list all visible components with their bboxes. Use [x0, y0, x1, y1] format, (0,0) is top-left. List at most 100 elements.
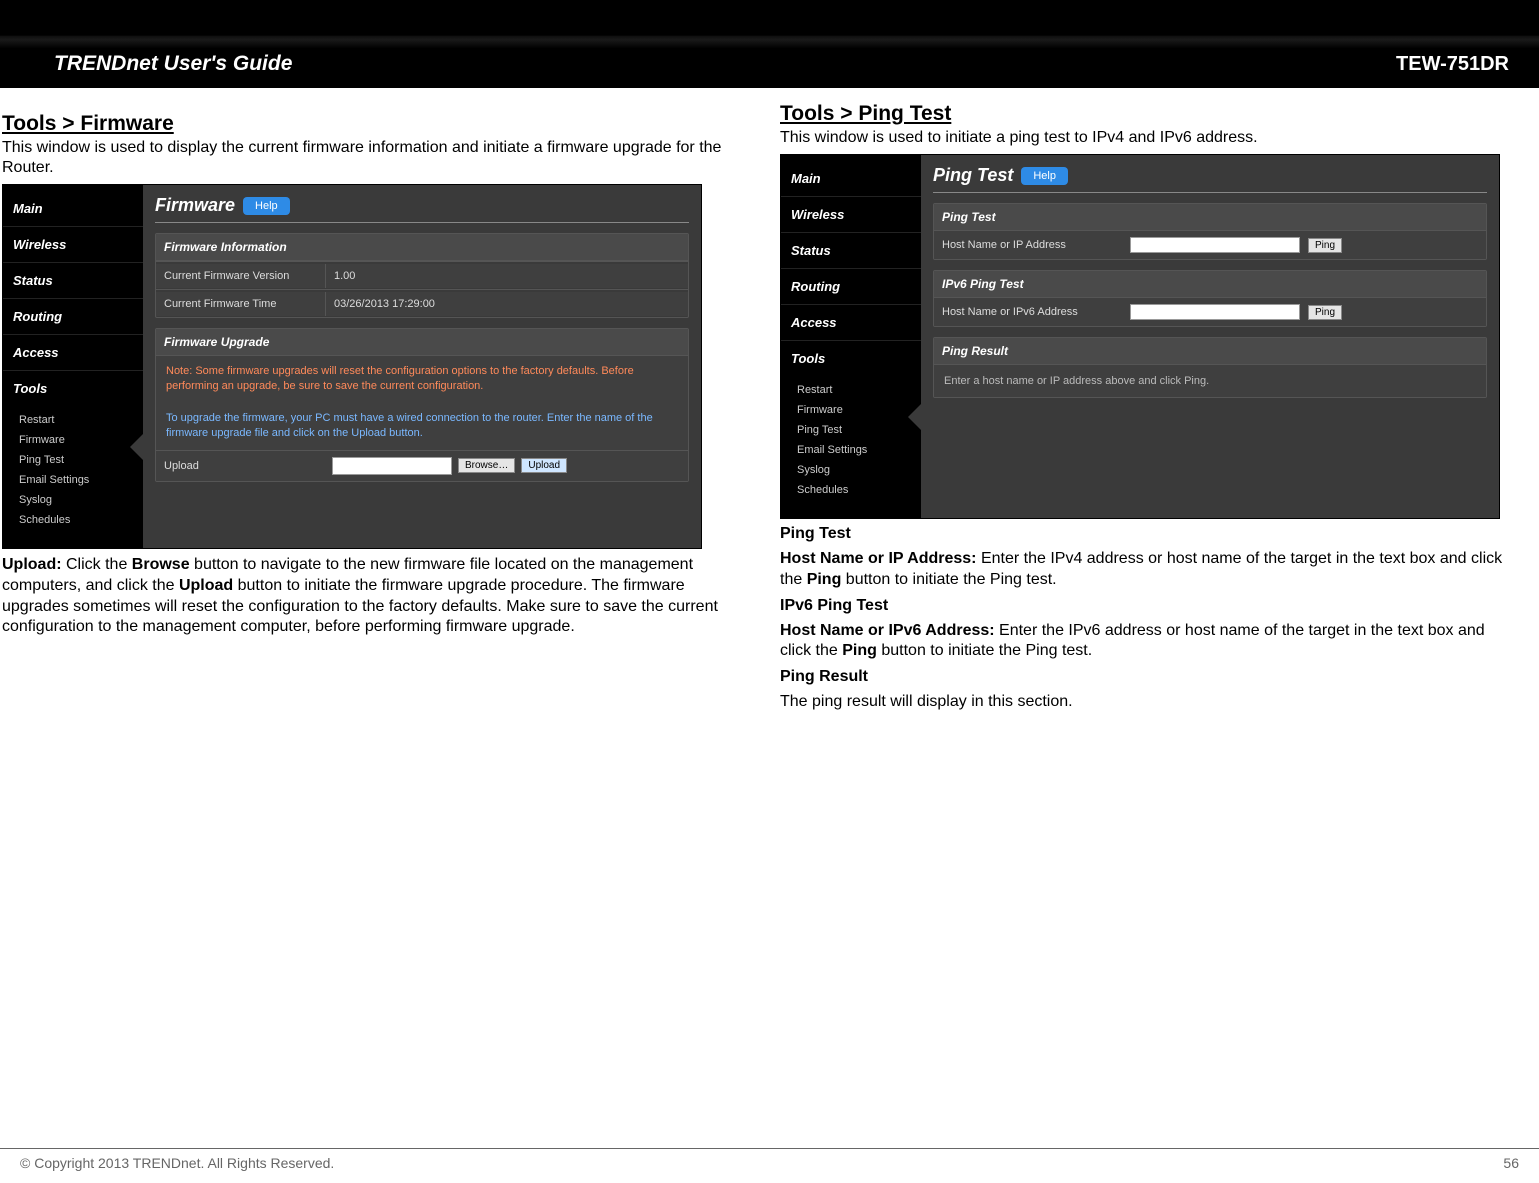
router-sidebar: Main Wireless Status Routing Access Tool…: [3, 185, 143, 548]
label-firmware-version: Current Firmware Version: [156, 264, 326, 288]
ping-screenshot: Main Wireless Status Routing Access Tool…: [780, 154, 1500, 519]
ping-ipv4-panel: Ping Test Host Name or IP Address Ping: [933, 203, 1487, 260]
ping-ipv6-header: IPv6 Ping Test: [934, 271, 1486, 298]
upload-button[interactable]: Upload: [521, 458, 567, 473]
firmware-info-panel: Firmware Information Current Firmware Ve…: [155, 233, 689, 318]
router-sidebar: Main Wireless Status Routing Access Tool…: [781, 155, 921, 518]
cap-ipv6-label: Host Name or IPv6 Address:: [780, 622, 995, 639]
firmware-upgrade-header: Firmware Upgrade: [156, 329, 688, 356]
sub-ipv6-test: IPv6 Ping Test: [780, 597, 1518, 615]
sub-result: Ping Result: [780, 668, 1518, 686]
submenu-restart[interactable]: Restart: [19, 410, 143, 430]
firmware-screenshot: Main Wireless Status Routing Access Tool…: [2, 184, 702, 549]
upload-row: Upload Browse… Upload: [156, 450, 688, 481]
submenu-ping-test[interactable]: Ping Test: [797, 420, 921, 440]
nav-access[interactable]: Access: [3, 334, 143, 370]
nav-wireless[interactable]: Wireless: [781, 196, 921, 232]
nav-tools[interactable]: Tools: [781, 340, 921, 376]
ping-ipv4-row: Host Name or IP Address Ping: [934, 231, 1486, 259]
ping-ipv6-input[interactable]: [1130, 304, 1300, 320]
ping-result-header: Ping Result: [934, 338, 1486, 365]
ping-ipv6-label: Host Name or IPv6 Address: [942, 306, 1122, 318]
submenu-syslog[interactable]: Syslog: [19, 490, 143, 510]
nav-routing[interactable]: Routing: [3, 298, 143, 334]
help-button[interactable]: Help: [1021, 167, 1068, 185]
ping-ipv6-caption: Host Name or IPv6 Address: Enter the IPv…: [780, 621, 1518, 663]
submenu-schedules[interactable]: Schedules: [797, 480, 921, 500]
ping-ipv4-button[interactable]: Ping: [1308, 238, 1342, 253]
submenu-email-settings[interactable]: Email Settings: [19, 470, 143, 490]
nav-wireless[interactable]: Wireless: [3, 226, 143, 262]
cap-ipv4-text-b: button to initiate the Ping test.: [841, 571, 1056, 588]
firmware-heading: Tools > Firmware: [2, 112, 740, 136]
caption-text-1: Click the: [62, 556, 132, 573]
nav-active-arrow-icon: [130, 433, 144, 461]
column-firmware: Tools > Firmware This window is used to …: [0, 98, 740, 719]
ping-ipv6-button[interactable]: Ping: [1308, 305, 1342, 320]
sub-ping-test: Ping Test: [780, 525, 1518, 543]
submenu-syslog[interactable]: Syslog: [797, 460, 921, 480]
caption-browse-label: Browse: [132, 556, 190, 573]
router-main-panel: Ping Test Help Ping Test Host Name or IP…: [921, 155, 1499, 518]
ping-heading: Tools > Ping Test: [780, 102, 1518, 126]
upgrade-instruction-note: To upgrade the firmware, your PC must ha…: [156, 403, 688, 450]
page-number: 56: [1503, 1155, 1519, 1171]
caption-upload2-label: Upload: [179, 577, 233, 594]
cap-ping-label: Ping: [807, 571, 842, 588]
row-firmware-version: Current Firmware Version 1.00: [156, 261, 688, 289]
cap-ping-label: Ping: [842, 642, 877, 659]
ping-ipv6-row: Host Name or IPv6 Address Ping: [934, 298, 1486, 326]
cap-ipv6-text-b: button to initiate the Ping test.: [877, 642, 1092, 659]
upload-label: Upload: [164, 460, 326, 472]
nav-main[interactable]: Main: [781, 161, 921, 196]
nav-tools[interactable]: Tools: [3, 370, 143, 406]
ping-result-text: Enter a host name or IP address above an…: [934, 365, 1486, 397]
firmware-upgrade-panel: Firmware Upgrade Note: Some firmware upg…: [155, 328, 689, 482]
ping-ipv4-header: Ping Test: [934, 204, 1486, 231]
ping-ipv4-input[interactable]: [1130, 237, 1300, 253]
submenu-firmware[interactable]: Firmware: [797, 400, 921, 420]
submenu-restart[interactable]: Restart: [797, 380, 921, 400]
ping-result-panel: Ping Result Enter a host name or IP addr…: [933, 337, 1487, 398]
cap-ipv4-label: Host Name or IP Address:: [780, 550, 977, 567]
row-firmware-time: Current Firmware Time 03/26/2013 17:29:0…: [156, 289, 688, 317]
ping-ipv4-label: Host Name or IP Address: [942, 239, 1122, 251]
ping-ipv6-panel: IPv6 Ping Test Host Name or IPv6 Address…: [933, 270, 1487, 327]
label-firmware-time: Current Firmware Time: [156, 292, 326, 316]
browse-button[interactable]: Browse…: [458, 458, 515, 473]
ping-result-caption: The ping result will display in this sec…: [780, 692, 1518, 713]
nav-active-arrow-icon: [908, 403, 922, 431]
router-page-title: Firmware: [155, 195, 235, 216]
firmware-description: This window is used to display the curre…: [2, 138, 740, 178]
firmware-info-header: Firmware Information: [156, 234, 688, 261]
nav-status[interactable]: Status: [781, 232, 921, 268]
divider: [155, 222, 689, 223]
document-footer: © Copyright 2013 TRENDnet. All Rights Re…: [0, 1148, 1539, 1171]
submenu-ping-test[interactable]: Ping Test: [19, 450, 143, 470]
ping-description: This window is used to initiate a ping t…: [780, 128, 1518, 148]
nav-routing[interactable]: Routing: [781, 268, 921, 304]
divider: [933, 192, 1487, 193]
router-page-title: Ping Test: [933, 165, 1013, 186]
document-header: TRENDnet User's Guide TEW-751DR: [0, 0, 1539, 88]
content-columns: Tools > Firmware This window is used to …: [0, 88, 1539, 719]
value-firmware-time: 03/26/2013 17:29:00: [326, 292, 688, 316]
firmware-file-input[interactable]: [332, 457, 452, 475]
help-button[interactable]: Help: [243, 197, 290, 215]
value-firmware-version: 1.00: [326, 264, 688, 288]
submenu-email-settings[interactable]: Email Settings: [797, 440, 921, 460]
submenu-firmware[interactable]: Firmware: [19, 430, 143, 450]
submenu-schedules[interactable]: Schedules: [19, 510, 143, 530]
nav-status[interactable]: Status: [3, 262, 143, 298]
firmware-caption: Upload: Click the Browse button to navig…: [2, 555, 740, 638]
caption-upload-label: Upload:: [2, 556, 62, 573]
guide-title: TRENDnet User's Guide: [54, 52, 292, 76]
tools-submenu: Restart Firmware Ping Test Email Setting…: [781, 376, 921, 508]
ping-ipv4-caption: Host Name or IP Address: Enter the IPv4 …: [780, 549, 1518, 591]
router-main-panel: Firmware Help Firmware Information Curre…: [143, 185, 701, 548]
nav-main[interactable]: Main: [3, 191, 143, 226]
upgrade-warning-note: Note: Some firmware upgrades will reset …: [156, 356, 688, 403]
nav-access[interactable]: Access: [781, 304, 921, 340]
model-number: TEW-751DR: [1396, 53, 1509, 76]
tools-submenu: Restart Firmware Ping Test Email Setting…: [3, 406, 143, 538]
